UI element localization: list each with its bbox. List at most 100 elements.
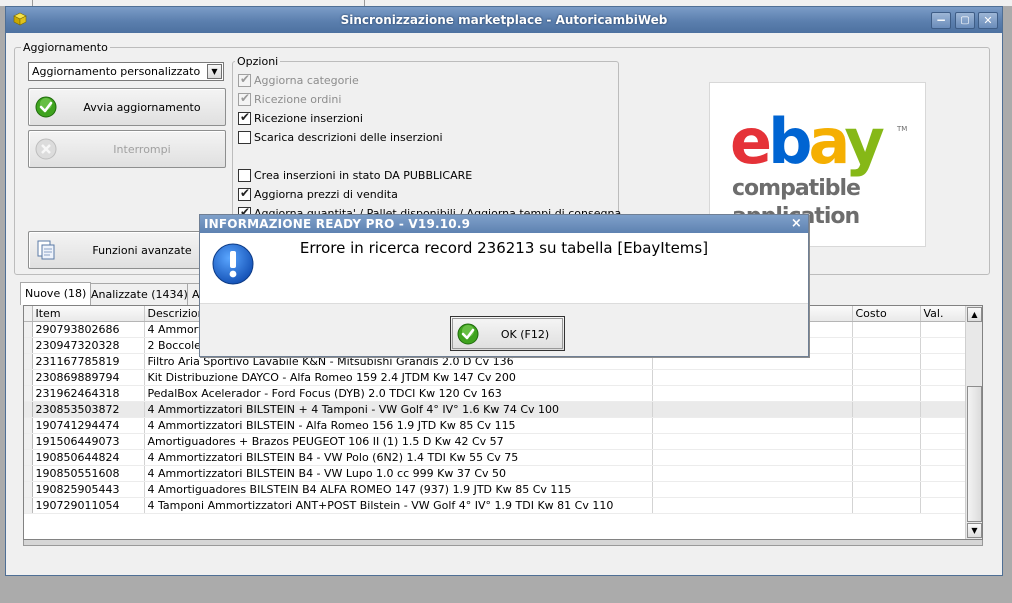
item-cell: 190850551608 bbox=[32, 465, 145, 482]
table-row[interactable]: 190729011054 4 Tamponi Ammortizzatori ANT… bbox=[24, 497, 968, 514]
close-button[interactable]: ✕ bbox=[978, 12, 998, 29]
table-row[interactable]: 190741294474 4 Ammortizzatori BILSTEIN - … bbox=[24, 417, 968, 434]
column-header-cost[interactable]: Costo bbox=[852, 306, 921, 322]
option-label: Ricezione ordini bbox=[254, 93, 342, 106]
column-header-item[interactable]: Item bbox=[32, 306, 145, 322]
item-cell: 290793802686 bbox=[32, 321, 145, 338]
stop-label: Interrompi bbox=[113, 143, 171, 156]
minimize-button[interactable]: − bbox=[931, 12, 951, 29]
start-update-button[interactable]: Avvia aggiornamento bbox=[28, 88, 226, 126]
check-circle-icon bbox=[457, 323, 479, 345]
description-cell: 4 Ammortizzatori BILSTEIN B4 - VW Lupo 1… bbox=[144, 465, 653, 482]
cost-cell bbox=[852, 465, 921, 482]
value-cell bbox=[920, 401, 968, 418]
trademark-mark: TM bbox=[896, 125, 907, 133]
cost-cell bbox=[852, 449, 921, 466]
description-cell: 4 Tamponi Ammortizzatori ANT+POST Bilste… bbox=[144, 497, 653, 514]
table-row[interactable]: 191506449073 Amortiguadores + Brazos PEUG… bbox=[24, 433, 968, 450]
checkbox[interactable]: ✔ bbox=[238, 72, 251, 87]
blank-cell bbox=[652, 449, 853, 466]
value-cell bbox=[920, 497, 968, 514]
row-indicator bbox=[24, 385, 33, 402]
option-label: Ricezione inserzioni bbox=[254, 112, 363, 125]
item-cell: 191506449073 bbox=[32, 433, 145, 450]
item-cell: 190729011054 bbox=[32, 497, 145, 514]
checkbox[interactable]: ✔ bbox=[238, 91, 251, 106]
checkbox[interactable] bbox=[238, 169, 251, 182]
table-row[interactable]: 231962464318 PedalBox Acelerador - Ford F… bbox=[24, 385, 968, 402]
cost-cell bbox=[852, 321, 921, 338]
value-cell bbox=[920, 337, 968, 354]
option-label: Aggiorna prezzi di vendita bbox=[254, 188, 398, 201]
row-indicator bbox=[24, 401, 33, 418]
description-cell: 4 Ammortizzatori BILSTEIN + 4 Tamponi - … bbox=[144, 401, 653, 418]
value-cell bbox=[920, 353, 968, 370]
item-cell: 190825905443 bbox=[32, 481, 145, 498]
table-row[interactable]: 190825905443 4 Amortiguadores BILSTEIN B4… bbox=[24, 481, 968, 498]
value-cell bbox=[920, 385, 968, 402]
table-row-selected[interactable]: 230853503872 4 Ammortizzatori BILSTEIN + … bbox=[24, 401, 968, 418]
blank-cell bbox=[652, 465, 853, 482]
window-title: Sincronizzazione marketplace - Autoricam… bbox=[340, 13, 668, 27]
scroll-down-icon[interactable]: ▼ bbox=[967, 523, 982, 538]
blank-cell bbox=[652, 433, 853, 450]
column-header-value[interactable]: Val. bbox=[920, 306, 968, 322]
item-cell: 231962464318 bbox=[32, 385, 145, 402]
description-cell: 4 Amortiguadores BILSTEIN B4 ALFA ROMEO … bbox=[144, 481, 653, 498]
dialog-titlebar[interactable]: INFORMAZIONE READY PRO - V19.10.9 × bbox=[200, 215, 808, 233]
row-indicator bbox=[24, 337, 33, 354]
blank-cell bbox=[652, 369, 853, 386]
row-indicator-header bbox=[24, 306, 33, 322]
dialog-title: INFORMAZIONE READY PRO - V19.10.9 bbox=[204, 217, 471, 231]
row-indicator bbox=[24, 353, 33, 370]
item-cell: 230869889794 bbox=[32, 369, 145, 386]
maximize-icon: ▢ bbox=[960, 15, 970, 26]
advanced-functions-button[interactable]: Funzioni avanzate bbox=[28, 231, 226, 269]
stop-button[interactable]: Interrompi bbox=[28, 130, 226, 168]
maximize-button[interactable]: ▢ bbox=[955, 12, 975, 29]
grid-footer bbox=[23, 540, 983, 546]
option-label: Aggiorna categorie bbox=[254, 74, 359, 87]
table-row[interactable]: 190850551608 4 Ammortizzatori BILSTEIN B4… bbox=[24, 465, 968, 482]
checkbox[interactable]: ✔ bbox=[238, 186, 251, 201]
description-cell: PedalBox Acelerador - Ford Focus (DYB) 2… bbox=[144, 385, 653, 402]
ebay-wordmark: ebay bbox=[730, 105, 884, 178]
update-mode-select[interactable]: Aggiornamento personalizzato ▼ bbox=[28, 62, 224, 81]
close-icon: ✕ bbox=[983, 14, 993, 27]
table-row[interactable]: 230869889794 Kit Distribuzione DAYCO - Al… bbox=[24, 369, 968, 386]
document-icon bbox=[37, 240, 55, 260]
item-cell: 190850644824 bbox=[32, 449, 145, 466]
scroll-thumb[interactable] bbox=[967, 386, 982, 522]
checkbox[interactable] bbox=[238, 131, 251, 144]
error-message: Errore in ricerca record 236213 su tabel… bbox=[299, 239, 709, 257]
cost-cell bbox=[852, 497, 921, 514]
row-indicator bbox=[24, 481, 33, 498]
value-cell bbox=[920, 321, 968, 338]
description-cell: Amortiguadores + Brazos PEUGEOT 106 II (… bbox=[144, 433, 653, 450]
tab-analyzed[interactable]: Analizzate (1434) bbox=[86, 283, 193, 305]
tab-new[interactable]: Nuove (18) bbox=[20, 282, 92, 305]
options-group-label: Opzioni bbox=[235, 55, 281, 68]
grid-vertical-scrollbar[interactable]: ▲ ▼ bbox=[965, 306, 982, 539]
scroll-up-icon[interactable]: ▲ bbox=[967, 307, 982, 322]
checkbox[interactable]: ✔ bbox=[238, 110, 251, 125]
cost-cell bbox=[852, 337, 921, 354]
blank-cell bbox=[652, 481, 853, 498]
table-row[interactable]: 190850644824 4 Ammortizzatori BILSTEIN B4… bbox=[24, 449, 968, 466]
window-titlebar[interactable]: Sincronizzazione marketplace - Autoricam… bbox=[6, 7, 1002, 33]
dialog-footer: OK (F12) bbox=[200, 303, 808, 356]
row-indicator bbox=[24, 417, 33, 434]
dialog-close-icon[interactable]: × bbox=[791, 216, 802, 231]
description-cell: 4 Ammortizzatori BILSTEIN - Alfa Romeo 1… bbox=[144, 417, 653, 434]
logo-line-compatible: compatible bbox=[732, 176, 860, 201]
chevron-down-icon[interactable]: ▼ bbox=[207, 64, 222, 79]
ok-button[interactable]: OK (F12) bbox=[450, 316, 565, 351]
stop-circle-icon bbox=[35, 138, 57, 160]
item-cell: 231167785819 bbox=[32, 353, 145, 370]
value-cell bbox=[920, 417, 968, 434]
blank-cell bbox=[652, 497, 853, 514]
desktop-background bbox=[0, 578, 1012, 603]
value-cell bbox=[920, 433, 968, 450]
cost-cell bbox=[852, 417, 921, 434]
item-cell: 190741294474 bbox=[32, 417, 145, 434]
